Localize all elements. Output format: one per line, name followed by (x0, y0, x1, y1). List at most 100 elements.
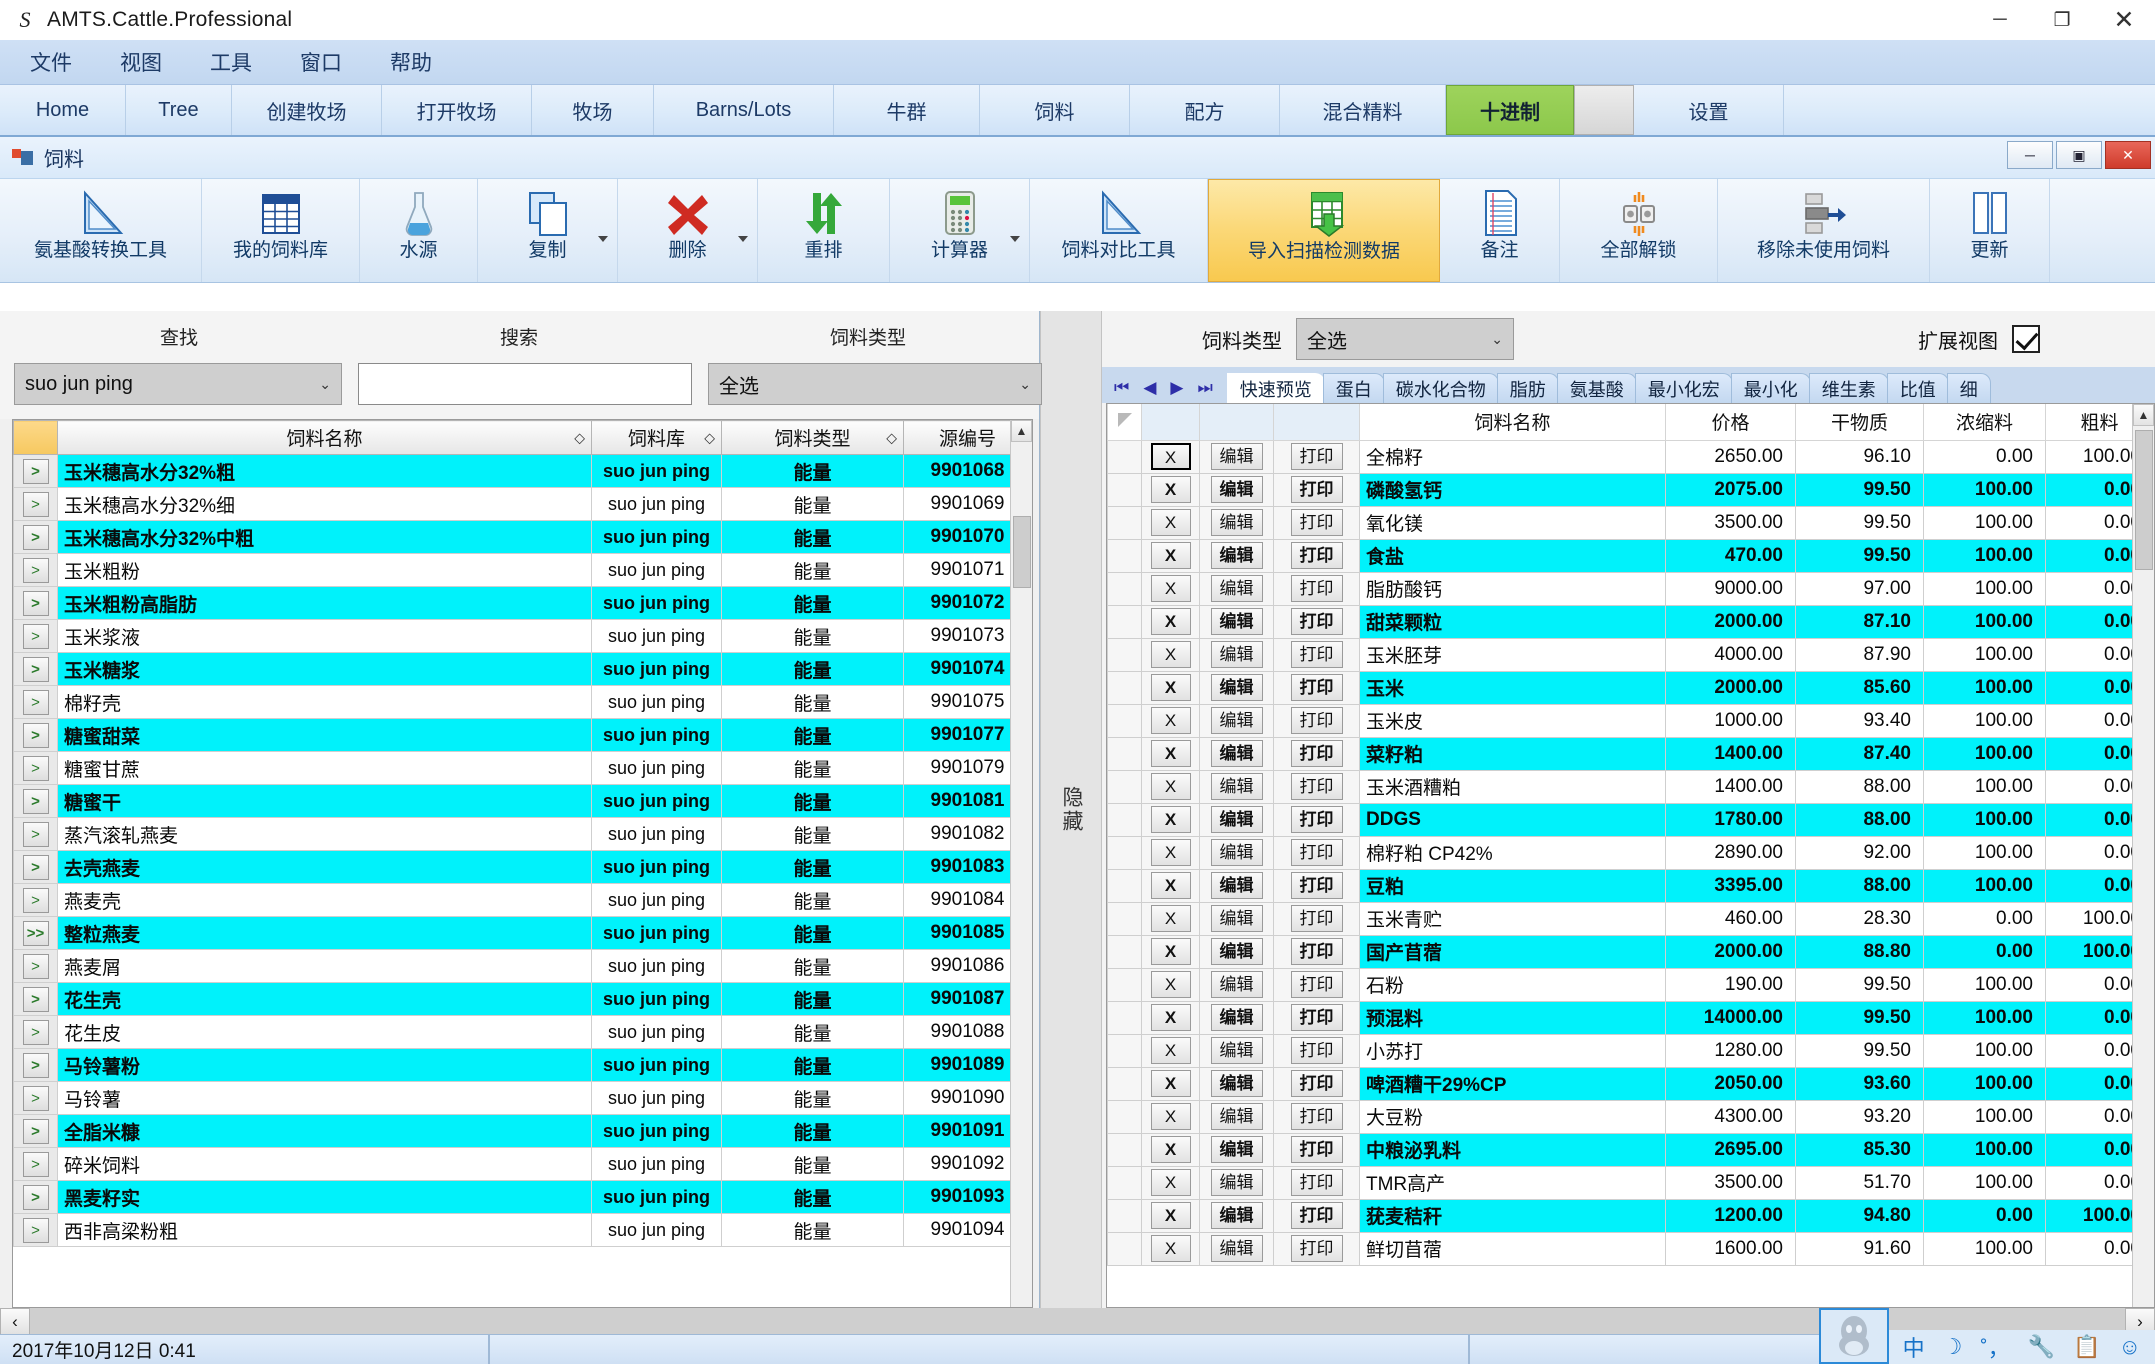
row-print-button[interactable]: 打印 (1290, 773, 1343, 800)
row-edit-button[interactable]: 编辑 (1210, 476, 1263, 503)
row-delete-button[interactable]: X (1150, 1103, 1191, 1130)
row-expand-button[interactable]: > (22, 788, 49, 814)
table-row[interactable]: X 编辑 打印 棉籽粕 CP42% 2890.00 92.00 100.00 0.00 (1107, 835, 2154, 870)
row-select-cell[interactable]: > (13, 817, 58, 851)
row-expand-button[interactable]: > (22, 854, 49, 880)
chevron-down-icon[interactable] (598, 236, 608, 242)
tab-1[interactable]: Tree (126, 85, 232, 135)
row-expand-button[interactable]: > (22, 821, 49, 847)
menu-item-2[interactable]: 工具 (194, 47, 268, 77)
row-print-button[interactable]: 打印 (1290, 542, 1343, 569)
ime-punctuation-icon[interactable]: ˚， (1980, 1331, 2009, 1363)
mdi-close-button[interactable]: ✕ (2105, 141, 2151, 169)
table-row[interactable]: > 糖蜜甘蔗 suo jun ping 能量 9901079 (13, 751, 1032, 785)
mdi-minimize-button[interactable]: ─ (2007, 141, 2053, 169)
ribbon-button-9[interactable]: 备注 (1440, 179, 1560, 282)
right-col-header-x[interactable] (1141, 404, 1200, 441)
row-print-button[interactable]: 打印 (1290, 575, 1343, 602)
right-tab-1[interactable]: 蛋白 (1322, 373, 1385, 403)
row-print-button[interactable]: 打印 (1290, 641, 1343, 668)
row-delete-button[interactable]: X (1150, 740, 1191, 767)
row-expand-button[interactable]: > (22, 887, 49, 913)
table-row[interactable]: X 编辑 打印 鲜切苜蓿 1600.00 91.60 100.00 0.00 (1107, 1231, 2154, 1266)
table-row[interactable]: X 编辑 打印 玉米 2000.00 85.60 100.00 0.00 (1107, 670, 2154, 705)
right-tab-4[interactable]: 氨基酸 (1556, 373, 1637, 403)
row-select-cell[interactable]: > (13, 982, 58, 1016)
row-select-cell[interactable]: > (13, 1114, 58, 1148)
row-select-cell[interactable]: > (13, 520, 58, 554)
left-scroll-thumb[interactable] (1013, 516, 1031, 588)
row-delete-button[interactable]: X (1150, 971, 1191, 998)
scroll-left-icon[interactable]: ‹ (0, 1308, 30, 1336)
row-print-button[interactable]: 打印 (1290, 1235, 1343, 1262)
sort-indicator-icon[interactable]: ◇ (574, 429, 585, 446)
tab-8[interactable]: 配方 (1130, 85, 1280, 135)
table-row[interactable]: > 玉米浆液 suo jun ping 能量 9901073 (13, 619, 1032, 653)
table-row[interactable]: > 玉米糖浆 suo jun ping 能量 9901074 (13, 652, 1032, 686)
tab-9[interactable]: 混合精料 (1280, 85, 1446, 135)
row-print-button[interactable]: 打印 (1290, 1037, 1343, 1064)
row-select-cell[interactable]: > (13, 652, 58, 686)
row-delete-button[interactable]: X (1150, 1235, 1191, 1262)
table-row[interactable]: X 编辑 打印 大豆粉 4300.00 93.20 100.00 0.00 (1107, 1099, 2154, 1134)
row-select-cell[interactable]: > (13, 883, 58, 917)
row-edit-button[interactable]: 编辑 (1210, 1070, 1263, 1097)
row-edit-button[interactable]: 编辑 (1210, 542, 1263, 569)
row-delete-button[interactable]: X (1150, 1169, 1191, 1196)
table-row[interactable]: X 编辑 打印 预混料 14000.00 99.50 100.00 0.00 (1107, 1000, 2154, 1035)
right-col-header-name[interactable]: 饲料名称 (1359, 404, 1666, 441)
row-print-button[interactable]: 打印 (1290, 1202, 1343, 1229)
row-expand-button[interactable]: > (22, 689, 49, 715)
sort-indicator-icon[interactable]: ◇ (704, 429, 715, 446)
chevron-down-icon[interactable] (1010, 236, 1020, 242)
row-edit-button[interactable]: 编辑 (1210, 1103, 1263, 1130)
scroll-up-icon[interactable]: ▲ (1011, 420, 1032, 442)
row-expand-button[interactable]: > (22, 1151, 49, 1177)
table-row[interactable]: X 编辑 打印 国产苜蓿 2000.00 88.80 0.00 100.00 (1107, 934, 2154, 969)
hide-panel-splitter[interactable]: 隐藏 (1040, 311, 1102, 1308)
nav-last-icon[interactable]: ⏭ (1197, 378, 1212, 398)
qq-penguin-icon[interactable] (1818, 1308, 1889, 1364)
row-print-button[interactable]: 打印 (1290, 971, 1343, 998)
table-row[interactable]: X 编辑 打印 磷酸氢钙 2075.00 99.50 100.00 0.00 (1107, 472, 2154, 507)
row-expand-button[interactable]: > (22, 1085, 49, 1111)
row-print-button[interactable]: 打印 (1290, 476, 1343, 503)
row-expand-button[interactable]: > (22, 1118, 49, 1144)
right-scroll-thumb[interactable] (2135, 430, 2153, 570)
row-edit-button[interactable]: 编辑 (1210, 674, 1263, 701)
table-row[interactable]: > 马铃薯粉 suo jun ping 能量 9901089 (13, 1048, 1032, 1082)
row-delete-button[interactable]: X (1150, 542, 1191, 569)
row-select-cell[interactable]: > (13, 751, 58, 785)
row-select-cell[interactable]: > (13, 784, 58, 818)
menu-item-0[interactable]: 文件 (14, 47, 88, 77)
tab-0[interactable]: Home (0, 85, 126, 135)
row-expand-button[interactable]: > (22, 953, 49, 979)
row-edit-button[interactable]: 编辑 (1210, 806, 1263, 833)
row-select-cell[interactable]: > (13, 850, 58, 884)
row-delete-button[interactable]: X (1150, 641, 1191, 668)
right-tab-2[interactable]: 碳水化合物 (1382, 373, 1499, 403)
row-select-cell[interactable]: > (13, 1147, 58, 1181)
row-print-button[interactable]: 打印 (1290, 872, 1343, 899)
row-edit-button[interactable]: 编辑 (1210, 872, 1263, 899)
row-expand-button[interactable]: > (22, 557, 49, 583)
table-row[interactable]: > 糖蜜甜菜 suo jun ping 能量 9901077 (13, 718, 1032, 752)
table-row[interactable]: > 燕麦屑 suo jun ping 能量 9901086 (13, 949, 1032, 983)
row-edit-button[interactable]: 编辑 (1210, 971, 1263, 998)
table-row[interactable]: X 编辑 打印 中粮泌乳料 2695.00 85.30 100.00 0.00 (1107, 1132, 2154, 1167)
row-print-button[interactable]: 打印 (1290, 1070, 1343, 1097)
row-print-button[interactable]: 打印 (1290, 509, 1343, 536)
row-delete-button[interactable]: X (1150, 443, 1191, 470)
ribbon-button-3[interactable]: 复制 (478, 179, 618, 282)
row-print-button[interactable]: 打印 (1290, 806, 1343, 833)
table-row[interactable]: > 玉米穗高水分32%细 suo jun ping 能量 9901069 (13, 487, 1032, 521)
row-print-button[interactable]: 打印 (1290, 1103, 1343, 1130)
row-edit-button[interactable]: 编辑 (1210, 575, 1263, 602)
right-col-header-conc[interactable]: 浓缩料 (1923, 404, 2046, 441)
row-expand-button[interactable]: > (22, 1184, 49, 1210)
row-delete-button[interactable]: X (1150, 806, 1191, 833)
mdi-restore-button[interactable]: ▣ (2056, 141, 2102, 169)
table-row[interactable]: X 编辑 打印 啤酒糟干29%CP 2050.00 93.60 100.00 0.00 (1107, 1066, 2154, 1101)
row-edit-button[interactable]: 编辑 (1210, 740, 1263, 767)
row-delete-button[interactable]: X (1150, 509, 1191, 536)
